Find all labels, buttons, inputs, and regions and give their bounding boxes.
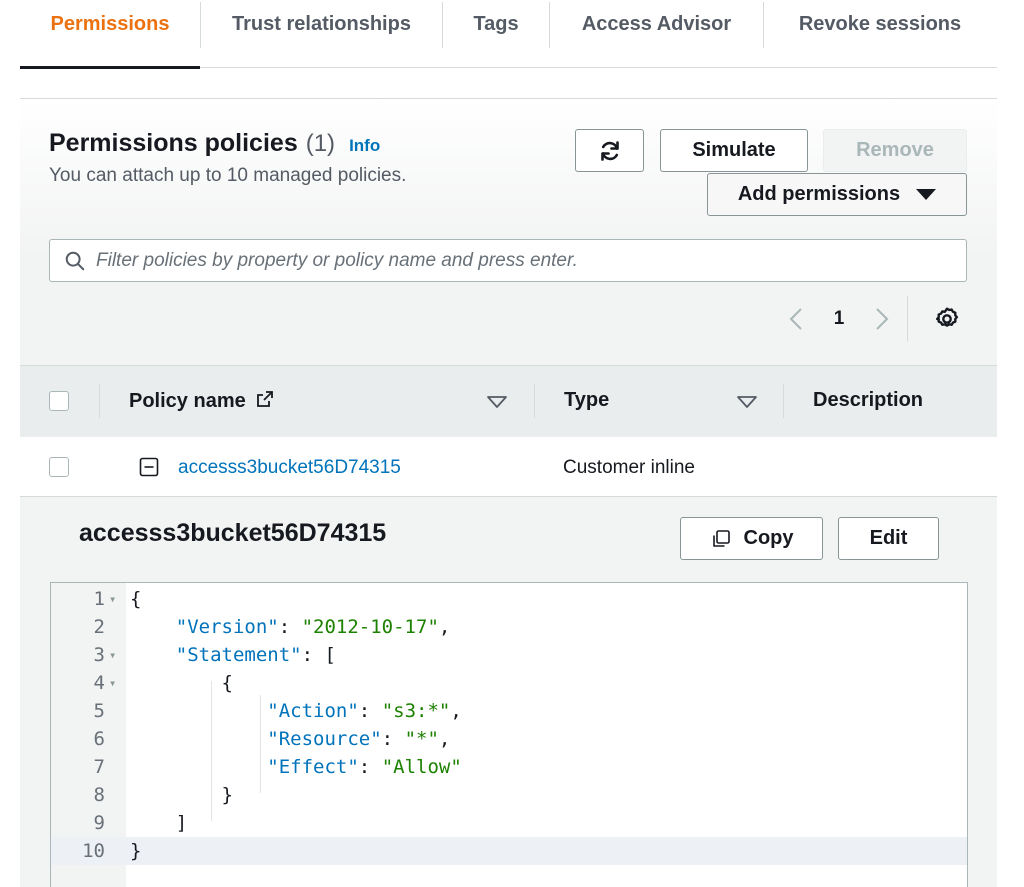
code-text: "Action": "s3:*", [267,700,462,722]
code-text: "Effect": "Allow" [267,756,462,778]
sort-descending-icon[interactable] [486,395,508,409]
code-text: "Statement": [ [175,644,336,666]
line-number: 2 [93,616,105,638]
table-row: accesss3bucket56D74315 Customer inline [20,437,997,497]
row-checkbox[interactable] [49,457,69,477]
column-divider [99,384,100,418]
fold-icon[interactable]: ▾ [109,641,116,669]
search-icon [65,251,85,270]
code-text: } [130,784,233,806]
panel-subtitle: You can attach up to 10 managed policies… [49,165,407,186]
column-header-policy-name[interactable]: Policy name [129,389,275,413]
line-number: 10 [82,840,105,862]
code-text: "Version": "2012-10-17", [175,616,451,638]
line-number: 6 [93,728,105,750]
chevron-left-icon [789,308,802,330]
policy-type: Customer inline [563,457,695,478]
column-header-type[interactable]: Type [564,389,609,412]
policy-detail-title: accesss3bucket56D74315 [79,519,387,547]
line-number: 1 [93,588,105,610]
line-number: 3 [93,644,105,666]
permissions-policies-container: Permissions policies (1) Info You can at… [20,98,997,887]
code-line: 9 ] [51,809,967,837]
line-number: 8 [93,784,105,806]
remove-button[interactable]: Remove [823,129,967,172]
tab-revoke-sessions[interactable]: Revoke sessions [764,0,996,68]
policy-filter[interactable] [49,239,967,282]
simulate-button[interactable]: Simulate [660,129,808,172]
collapse-icon[interactable] [139,457,159,477]
add-permissions-label: Add permissions [737,183,901,205]
gear-icon[interactable] [934,306,960,332]
table-header: Policy name Type Description [20,365,997,437]
caret-down-icon [916,189,937,200]
copy-icon [712,529,730,547]
tab-trust-relationships[interactable]: Trust relationships [201,0,442,68]
code-text: "Resource": "*", [267,728,451,750]
line-number: 4 [93,672,105,694]
pagination: 1 [785,296,975,342]
panel-title-row: Permissions policies (1) Info [49,129,380,158]
tab-access-advisor[interactable]: Access Advisor [550,0,763,68]
page-number[interactable]: 1 [807,308,871,330]
policy-json-editor[interactable]: 1 ▾ { 2 "Version": "2012-10-17", 3 ▾ "Stat… [50,582,968,887]
copy-label: Copy [743,527,794,549]
line-number: 7 [93,756,105,778]
code-line: 5 "Action": "s3:*", [51,697,967,725]
code-line: 3 ▾ "Statement": [ [51,641,967,669]
pagination-divider [907,296,908,342]
search-input[interactable] [96,249,956,272]
previous-page-button[interactable] [785,305,807,333]
policy-name-link[interactable]: accesss3bucket56D74315 [178,457,401,479]
code-text: { [130,672,233,694]
panel-header: Permissions policies (1) Info You can at… [20,99,997,365]
line-number: 9 [93,812,105,834]
fold-icon[interactable]: ▾ [109,669,116,697]
copy-button[interactable]: Copy [680,517,823,560]
sort-descending-icon[interactable] [736,395,758,409]
code-line: 4 ▾ { [51,669,967,697]
code-text: } [130,840,142,862]
next-page-button[interactable] [871,305,893,333]
line-number: 5 [93,700,105,722]
code-text: ] [130,812,188,834]
refresh-icon [600,140,619,161]
edit-button[interactable]: Edit [838,517,939,560]
column-header-description[interactable]: Description [813,389,923,412]
tab-tags[interactable]: Tags [443,0,549,68]
column-divider [534,384,535,418]
refresh-button[interactable] [575,129,644,172]
column-divider [783,384,784,418]
select-all-checkbox[interactable] [49,391,69,411]
fold-icon[interactable]: ▾ [109,585,116,613]
policy-count: (1) [305,130,336,157]
code-text: { [130,588,142,610]
code-line: 2 "Version": "2012-10-17", [51,613,967,641]
column-header-label: Policy name [129,390,246,412]
code-line-active: 10 } [51,837,967,865]
panel-title: Permissions policies [49,129,298,157]
code-line: 6 "Resource": "*", [51,725,967,753]
code-line: 8 } [51,781,967,809]
tab-permissions[interactable]: Permissions [20,0,200,69]
code-line: 1 ▾ { [51,585,967,613]
tab-bar: Permissions Trust relationships Tags Acc… [20,0,997,69]
info-link[interactable]: Info [349,136,380,156]
chevron-right-icon [876,308,889,330]
add-permissions-button[interactable]: Add permissions [707,173,967,216]
policy-detail-panel: accesss3bucket56D74315 Copy Edit 1 ▾ { 2 … [20,497,997,887]
code-line: 7 "Effect": "Allow" [51,753,967,781]
external-link-icon [257,391,274,407]
